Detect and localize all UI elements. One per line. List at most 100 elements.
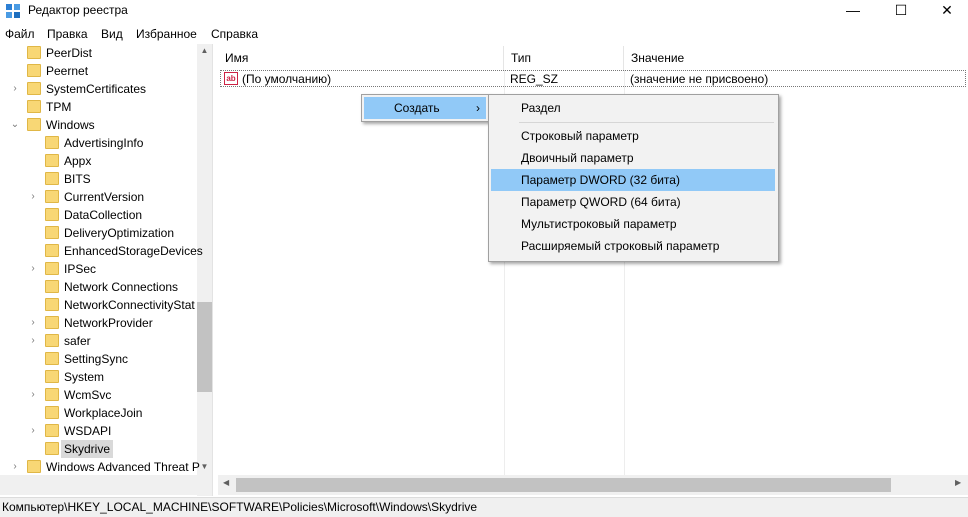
folder-icon [27, 64, 41, 77]
tree-item[interactable]: › CurrentVersion [0, 188, 196, 206]
folder-icon [27, 118, 41, 131]
chevron-right-icon[interactable]: › [10, 458, 20, 476]
column-name[interactable]: Имя [218, 46, 504, 70]
tree-item[interactable]: › Windows Advanced Threat P [0, 458, 200, 476]
folder-icon [45, 388, 59, 401]
column-type[interactable]: Тип [504, 46, 624, 70]
chevron-right-icon[interactable]: › [28, 422, 38, 440]
submenu-item[interactable]: Двоичный параметр [491, 147, 775, 169]
tree-item-label: NetworkConnectivityStat [64, 298, 195, 312]
list-scroll-thumb[interactable] [236, 478, 891, 492]
submenu-item[interactable]: Мультистроковый параметр [491, 213, 775, 235]
tree-item-label: DeliveryOptimization [64, 226, 175, 240]
scroll-up-icon[interactable]: ▲ [197, 46, 212, 55]
folder-icon [45, 298, 59, 311]
tree-item[interactable]: › SystemCertificates [0, 80, 196, 98]
close-button[interactable]: ✕ [924, 0, 968, 22]
folder-icon [45, 172, 59, 185]
tree-item[interactable]: System [0, 368, 196, 386]
tree-item[interactable]: Skydrive [0, 440, 196, 458]
scroll-left-icon[interactable]: ◀ [223, 478, 229, 487]
tree-item[interactable]: › safer [0, 332, 196, 350]
menu-help[interactable]: Справка [211, 27, 258, 41]
tree-item-label: safer [64, 334, 91, 348]
tree-item[interactable]: › NetworkProvider [0, 314, 196, 332]
folder-icon [45, 154, 59, 167]
folder-icon [45, 136, 59, 149]
tree-item-label: EnhancedStorageDevices [64, 244, 203, 258]
chevron-right-icon[interactable]: › [28, 386, 38, 404]
tree-item[interactable]: DataCollection [0, 206, 196, 224]
tree-item[interactable]: Appx [0, 152, 196, 170]
table-row[interactable] [220, 70, 966, 87]
folder-icon [45, 442, 59, 455]
scroll-right-icon[interactable]: ▶ [955, 478, 961, 487]
tree-item-label: CurrentVersion [64, 190, 145, 204]
value-type: REG_SZ [510, 72, 559, 86]
tree-item[interactable]: WorkplaceJoin [0, 404, 196, 422]
menu-view[interactable]: Вид [101, 27, 123, 41]
menu-edit[interactable]: Правка [47, 27, 88, 41]
folder-icon [45, 226, 59, 239]
tree-item-label: SystemCertificates [46, 82, 147, 96]
chevron-down-icon[interactable]: ⌄ [10, 116, 20, 134]
submenu-item[interactable]: Параметр QWORD (64 бита) [491, 191, 775, 213]
tree-item-label: System [64, 370, 105, 384]
folder-icon [27, 460, 41, 473]
menu-separator [519, 122, 774, 123]
tree-item-label: WSDAPI [64, 424, 112, 438]
tree-item[interactable]: PeerDist [0, 44, 196, 62]
string-value-icon: ab [224, 72, 238, 85]
folder-icon [27, 46, 41, 59]
tree-item-label: Peernet [46, 64, 89, 78]
tree-vertical-scrollbar[interactable]: ▲ ▼ [197, 44, 212, 496]
maximize-button[interactable]: ☐ [878, 0, 924, 22]
folder-icon [45, 334, 59, 347]
tree-item[interactable]: › WcmSvc [0, 386, 196, 404]
tree-item[interactable]: BITS [0, 170, 196, 188]
submenu-item[interactable]: Параметр DWORD (32 бита) [491, 169, 775, 191]
tree-item-label: Skydrive [61, 440, 114, 458]
submenu-item[interactable]: Расширяемый строковый параметр [491, 235, 775, 257]
tree-item[interactable]: NetworkConnectivityStat [0, 296, 196, 314]
tree-item-label: SettingSync [64, 352, 129, 366]
folder-icon [45, 190, 59, 203]
tree-item[interactable]: DeliveryOptimization [0, 224, 196, 242]
tree-item-label: PeerDist [46, 46, 93, 60]
folder-icon [45, 244, 59, 257]
tree-item[interactable]: Network Connections [0, 278, 196, 296]
tree-item-label: Windows [46, 118, 95, 132]
menu-bar: Файл Правка Вид Избранное Справка [0, 24, 968, 44]
tree-item[interactable]: ⌄ Windows [0, 116, 196, 134]
tree-item[interactable]: › IPSec [0, 260, 196, 278]
folder-icon [45, 406, 59, 419]
status-bar: Компьютер\HKEY_LOCAL_MACHINE\SOFTWARE\Po… [0, 497, 968, 517]
chevron-right-icon[interactable]: › [28, 332, 38, 350]
menu-file[interactable]: Файл [5, 27, 35, 41]
chevron-right-icon[interactable]: › [28, 188, 38, 206]
chevron-right-icon[interactable]: › [28, 314, 38, 332]
tree-item-label: Network Connections [64, 280, 179, 294]
column-value[interactable]: Значение [624, 46, 968, 70]
tree-item[interactable]: Peernet [0, 62, 196, 80]
chevron-right-icon[interactable]: › [10, 80, 20, 98]
tree-item[interactable]: › WSDAPI [0, 422, 196, 440]
list-horizontal-scrollbar[interactable]: ◀ ▶ [218, 475, 968, 495]
submenu-item-key[interactable]: Раздел [491, 97, 775, 119]
folder-icon [45, 262, 59, 275]
tree-item-label: WcmSvc [64, 388, 112, 402]
chevron-right-icon[interactable]: › [28, 260, 38, 278]
submenu-item[interactable]: Строковый параметр [491, 125, 775, 147]
tree-scroll-thumb[interactable] [197, 302, 212, 392]
tree-item[interactable]: AdvertisingInfo [0, 134, 196, 152]
regedit-icon [6, 4, 20, 18]
tree-item[interactable]: SettingSync [0, 350, 196, 368]
tree-item[interactable]: EnhancedStorageDevices [0, 242, 203, 260]
tree-horizontal-scrollbar[interactable] [0, 475, 212, 495]
minimize-button[interactable]: — [830, 0, 876, 22]
key-tree[interactable]: ▲ ▼ PeerDist Peernet › SystemCertificates TP… [0, 44, 213, 496]
menu-favorites[interactable]: Избранное [136, 27, 197, 41]
tree-item-label: BITS [64, 172, 91, 186]
tree-item[interactable]: TPM [0, 98, 196, 116]
context-menu-new[interactable]: Создать › [364, 97, 486, 119]
